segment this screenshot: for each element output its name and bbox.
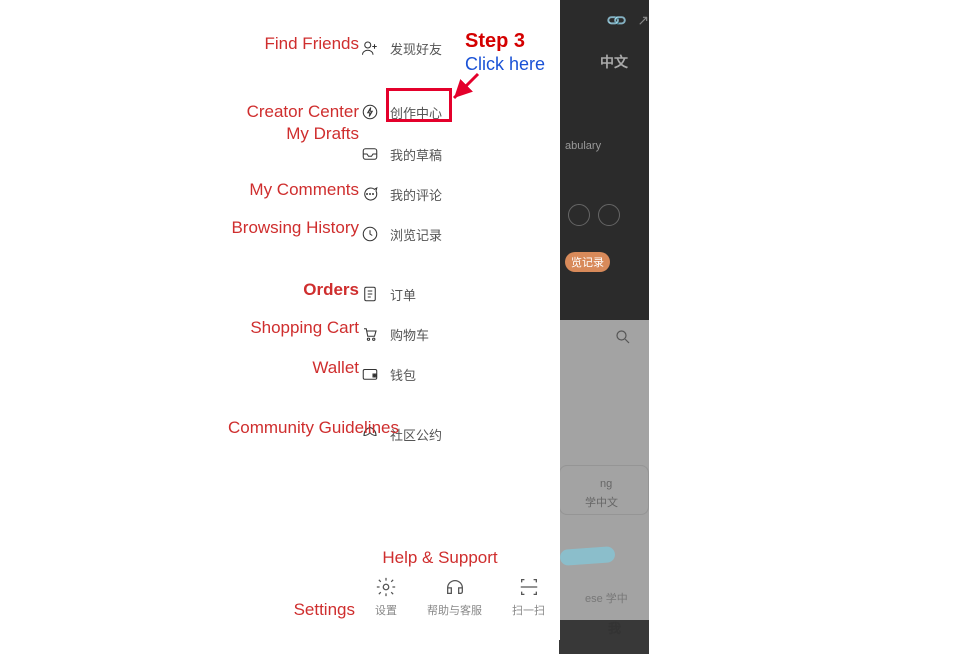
inbox-icon <box>360 144 380 164</box>
menu-my-comments[interactable]: 我的评论 <box>360 180 442 208</box>
phone-top-icons <box>600 12 649 29</box>
en-wallet: Wallet <box>179 358 359 378</box>
menu-shopping-cart-label: 购物车 <box>390 325 429 344</box>
link-icon <box>608 12 625 28</box>
en-find-friends: Find Friends <box>179 34 359 54</box>
menu-wallet[interactable]: 钱包 <box>360 360 416 388</box>
history-icon <box>360 224 380 244</box>
en-creator-center: Creator Center <box>179 102 359 122</box>
bg-circle2 <box>598 204 620 226</box>
cart-icon <box>360 324 380 344</box>
chat-icon <box>360 184 380 204</box>
en-orders: Orders <box>179 280 359 300</box>
bottom-help[interactable]: 帮助与客服 <box>427 576 482 618</box>
menu-wallet-label: 钱包 <box>390 365 416 384</box>
menu-my-drafts-label: 我的草稿 <box>390 145 442 164</box>
bottom-scan[interactable]: 扫一扫 <box>512 576 545 618</box>
bottom-settings-label: 设置 <box>375 602 397 618</box>
menu-shopping-cart[interactable]: 购物车 <box>360 320 429 348</box>
en-help-support: Help & Support <box>360 548 520 568</box>
scan-icon <box>518 576 540 598</box>
bg-circle1 <box>568 204 590 226</box>
step-highlight-box <box>386 88 452 122</box>
bg-title: 中文 <box>600 52 628 72</box>
en-my-comments: My Comments <box>179 180 359 200</box>
menu-orders-label: 订单 <box>390 285 416 304</box>
menu-browsing-history[interactable]: 浏览记录 <box>360 220 442 248</box>
external-icon <box>637 12 649 28</box>
en-settings: Settings <box>195 600 355 620</box>
bg-learn2: 学中文 <box>585 494 618 510</box>
menu-orders[interactable]: 订单 <box>360 280 416 308</box>
en-shopping-cart: Shopping Cart <box>179 318 359 338</box>
menu-browsing-history-label: 浏览记录 <box>390 225 442 244</box>
receipt-icon <box>360 284 380 304</box>
search-icon <box>614 328 632 351</box>
bg-learn1: ng <box>600 478 612 490</box>
menu-my-comments-label: 我的评论 <box>390 185 442 204</box>
bg-ese: ese 学中 <box>585 590 628 606</box>
gear-icon <box>375 576 397 598</box>
en-community-guidelines: Community Guidelines <box>159 418 399 438</box>
en-my-drafts: My Drafts <box>179 124 359 144</box>
wallet-icon <box>360 364 380 384</box>
bottom-help-label: 帮助与客服 <box>427 602 482 618</box>
bottom-settings[interactable]: 设置 <box>375 576 397 618</box>
bg-vocab: abulary <box>565 140 601 152</box>
menu-find-friends-label: 发现好友 <box>390 39 442 58</box>
person-plus-icon <box>360 38 380 58</box>
menu-find-friends[interactable]: 发现好友 <box>360 34 442 62</box>
bg-me-tab: 我 <box>608 618 621 637</box>
bottom-nav: 设置 帮助与客服 扫一扫 <box>360 576 560 618</box>
phone-background-top <box>559 0 649 320</box>
bg-chip-history: 览记录 <box>565 252 610 272</box>
step-title: Step 3 <box>465 30 525 53</box>
bottom-scan-label: 扫一扫 <box>512 602 545 618</box>
en-browsing-history: Browsing History <box>179 218 359 238</box>
menu-my-drafts[interactable]: 我的草稿 <box>360 140 442 168</box>
step-arrow <box>448 70 488 115</box>
bolt-icon <box>360 102 380 122</box>
headset-icon <box>444 576 466 598</box>
